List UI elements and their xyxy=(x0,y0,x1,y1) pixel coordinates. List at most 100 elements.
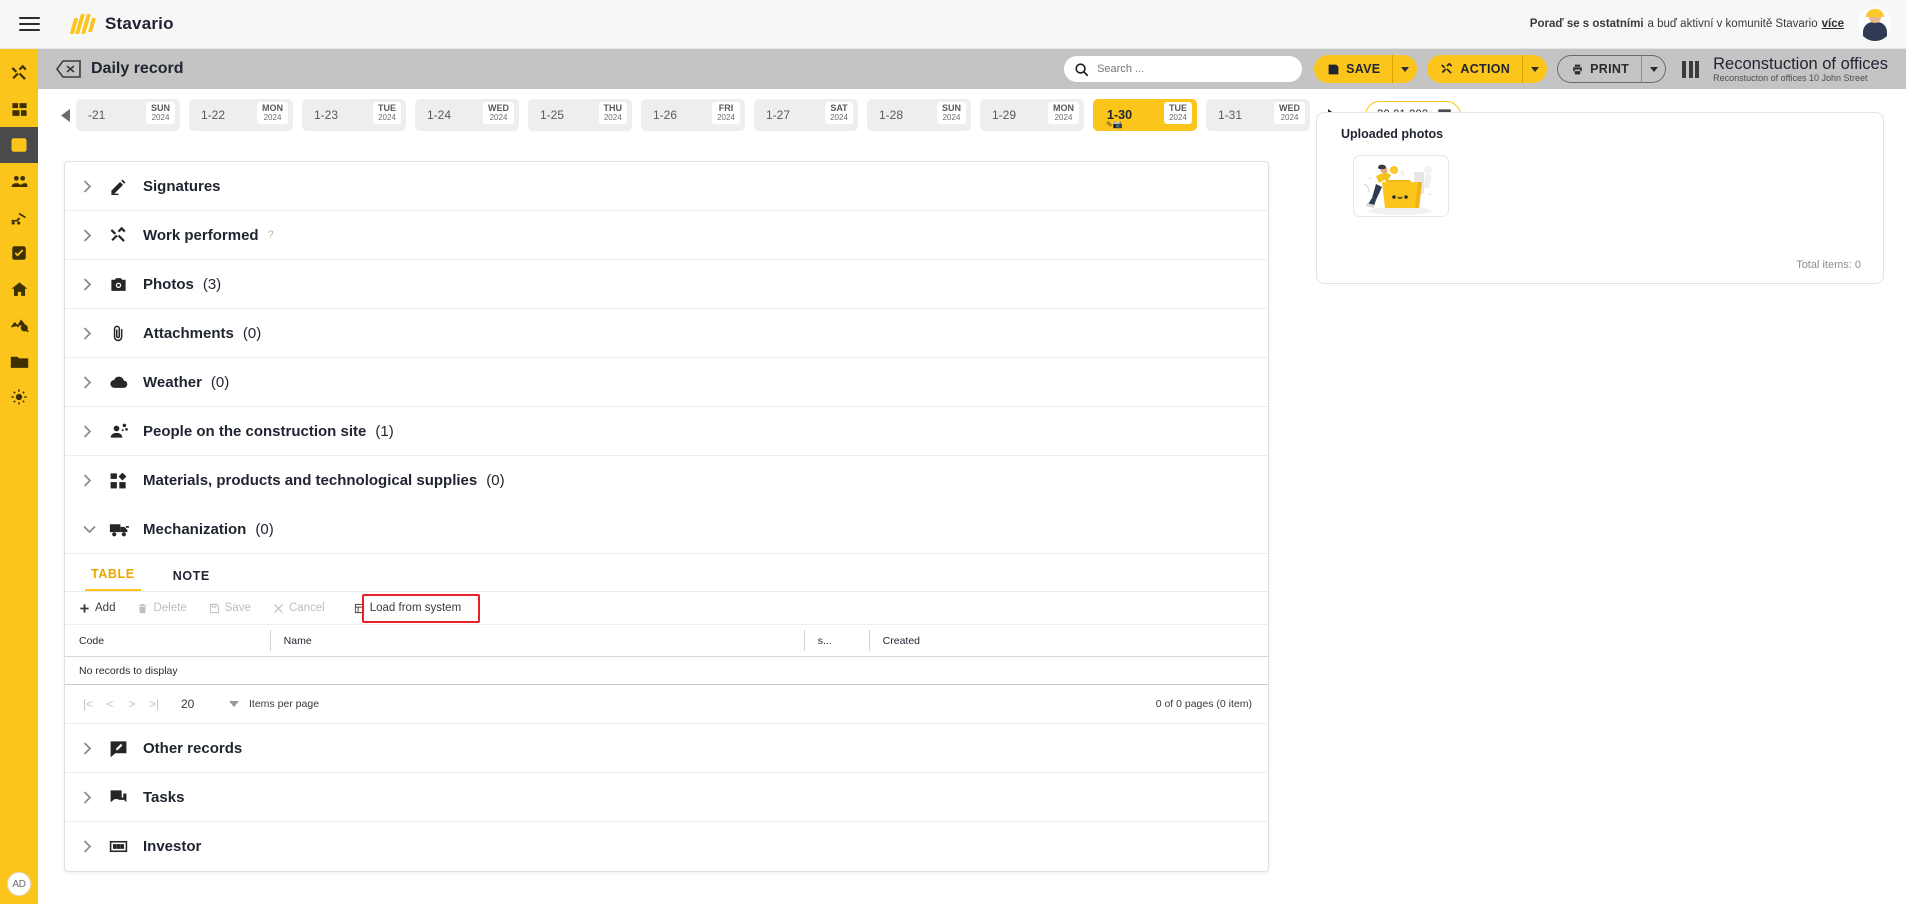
close-icon[interactable] xyxy=(55,60,82,78)
section-row-weather[interactable]: Weather(0) xyxy=(65,358,1268,407)
mechanization-tabs: TABLE NOTE xyxy=(65,554,1268,592)
section-row-work-performed[interactable]: Work performed? xyxy=(65,211,1268,260)
section-row-other-records[interactable]: Other records xyxy=(65,724,1268,773)
chevron-right-icon[interactable] xyxy=(83,278,109,291)
sidebar-item-people[interactable] xyxy=(0,163,38,199)
date-chip-weekday: SUN2024 xyxy=(937,102,966,124)
user-avatar[interactable] xyxy=(1858,7,1892,41)
chevron-right-icon[interactable] xyxy=(83,376,109,389)
chevron-right-icon[interactable] xyxy=(83,840,109,853)
sidebar-item-tools[interactable] xyxy=(0,55,38,91)
section-label: Investor xyxy=(143,838,201,855)
print-button[interactable]: PRINT xyxy=(1557,55,1641,83)
section-label: Other records xyxy=(143,740,242,757)
sidebar-item-home[interactable] xyxy=(0,271,38,307)
section-row-investor[interactable]: Investor xyxy=(65,822,1268,871)
date-chip[interactable]: 1-23TUE2024 xyxy=(302,99,406,131)
search-box[interactable] xyxy=(1064,56,1302,82)
first-page-button[interactable]: |< xyxy=(77,697,99,711)
hamburger-menu-icon[interactable] xyxy=(0,0,58,49)
section-row-attachments[interactable]: Attachments(0) xyxy=(65,309,1268,358)
date-chip[interactable]: 1-28SUN2024 xyxy=(867,99,971,131)
date-chip-weekday: TUE2024 xyxy=(1164,102,1192,124)
signature-pen-icon xyxy=(109,177,143,196)
date-chip[interactable]: -21SUN2024 xyxy=(76,99,180,131)
chevron-right-icon[interactable] xyxy=(83,791,109,804)
date-chip-weekday: WED2024 xyxy=(1274,102,1305,124)
next-page-button[interactable]: > xyxy=(121,697,143,711)
column-header[interactable]: Code xyxy=(65,625,270,656)
investor-icon xyxy=(109,837,143,856)
column-header[interactable]: Name xyxy=(270,625,804,656)
load-from-system-button[interactable]: Load from system xyxy=(347,598,468,618)
section-count: (0) xyxy=(211,374,229,391)
chevron-right-icon[interactable] xyxy=(83,229,109,242)
date-chip[interactable]: 1-26FRI2024 xyxy=(641,99,745,131)
save-button[interactable]: SAVE xyxy=(1314,55,1392,83)
chevron-right-icon[interactable] xyxy=(83,327,109,340)
save-dropdown-button[interactable] xyxy=(1392,55,1417,83)
section-row-signatures[interactable]: Signatures xyxy=(65,162,1268,211)
prev-page-button[interactable]: < xyxy=(99,697,121,711)
column-header[interactable]: s... xyxy=(804,625,869,656)
chevron-down-icon xyxy=(1531,67,1539,72)
chevron-right-icon[interactable] xyxy=(83,180,109,193)
top-bar: Stavario Poraď se s ostatními a buď akti… xyxy=(0,0,1906,49)
section-label: Photos xyxy=(143,276,194,293)
date-chip[interactable]: 1-27SAT2024 xyxy=(754,99,858,131)
sidebar-item-daily-record[interactable] xyxy=(0,127,38,163)
sidebar-item-folder[interactable] xyxy=(0,343,38,379)
section-row-people-on-the-construction-site[interactable]: People on the construction site(1) xyxy=(65,407,1268,456)
promo-message: Poraď se s ostatními a buď aktivní v kom… xyxy=(1530,18,1844,30)
section-row-mechanization[interactable]: Mechanization(0) xyxy=(65,505,1268,554)
section-row-photos[interactable]: Photos(3) xyxy=(65,260,1268,309)
sidebar-item-analytics[interactable] xyxy=(0,307,38,343)
section-row-materials-products-and-technological-supplies[interactable]: Materials, products and technological su… xyxy=(65,456,1268,505)
svg-text:?: ? xyxy=(1399,170,1404,180)
materials-icon xyxy=(109,471,143,490)
date-chip-selected[interactable]: 1-30TUE2024✎📷 xyxy=(1093,99,1197,131)
table-toolbar: Add Delete Save Cancel Load from system xyxy=(65,592,1268,625)
date-chip-weekday: TUE2024 xyxy=(373,102,401,124)
promo-more-link[interactable]: více xyxy=(1822,18,1844,30)
date-chip[interactable]: 1-29 MON2024 xyxy=(980,99,1084,131)
search-input[interactable] xyxy=(1097,63,1292,75)
items-per-page-select[interactable]: 20 Items per page xyxy=(181,697,319,711)
column-header[interactable]: Created xyxy=(869,625,1268,656)
chevron-down-icon[interactable] xyxy=(83,525,109,534)
date-chip-weekday: MON2024 xyxy=(1048,102,1079,124)
section-label: Materials, products and technological su… xyxy=(143,472,477,489)
date-chip[interactable]: 1-31WED2024 xyxy=(1206,99,1310,131)
sidebar-item-machinery[interactable] xyxy=(0,199,38,235)
action-button-group: ACTION xyxy=(1427,55,1547,83)
action-dropdown-button[interactable] xyxy=(1522,55,1547,83)
help-icon[interactable]: ? xyxy=(268,229,274,241)
section-row-tasks[interactable]: Tasks xyxy=(65,773,1268,822)
date-chip[interactable]: 1-25THU2024 xyxy=(528,99,632,131)
date-chip-number: 1-29 xyxy=(992,108,1016,122)
sidebar-item-settings[interactable] xyxy=(0,379,38,415)
action-button[interactable]: ACTION xyxy=(1427,55,1522,83)
date-chip-weekday: MON2024 xyxy=(257,102,288,124)
prev-dates-arrow[interactable] xyxy=(54,109,76,122)
chevron-down-icon xyxy=(1650,67,1658,72)
plus-icon xyxy=(79,603,90,614)
add-button[interactable]: Add xyxy=(79,602,115,614)
sidebar-item-dashboard[interactable] xyxy=(0,91,38,127)
last-page-button[interactable]: >| xyxy=(143,697,165,711)
date-chip[interactable]: 1-22MON2024 xyxy=(189,99,293,131)
print-dropdown-button[interactable] xyxy=(1641,55,1666,83)
empty-state-thumbnail[interactable]: ! ? xyxy=(1353,155,1449,217)
date-chip[interactable]: 1-24WED2024 xyxy=(415,99,519,131)
columns-layout-icon[interactable] xyxy=(1682,61,1699,78)
sidebar-user-initials[interactable]: AD xyxy=(7,872,31,896)
header-actions: SAVE ACTION PRINT Reconstuction of offic… xyxy=(1064,49,1906,89)
tab-note[interactable]: NOTE xyxy=(167,569,216,591)
tab-table[interactable]: TABLE xyxy=(85,567,141,591)
chevron-right-icon[interactable] xyxy=(83,474,109,487)
sidebar-item-approvals[interactable] xyxy=(0,235,38,271)
chevron-right-icon[interactable] xyxy=(83,742,109,755)
chevron-right-icon[interactable] xyxy=(83,425,109,438)
brand-logo[interactable]: Stavario xyxy=(70,12,174,36)
save-row-button: Save xyxy=(209,602,251,614)
